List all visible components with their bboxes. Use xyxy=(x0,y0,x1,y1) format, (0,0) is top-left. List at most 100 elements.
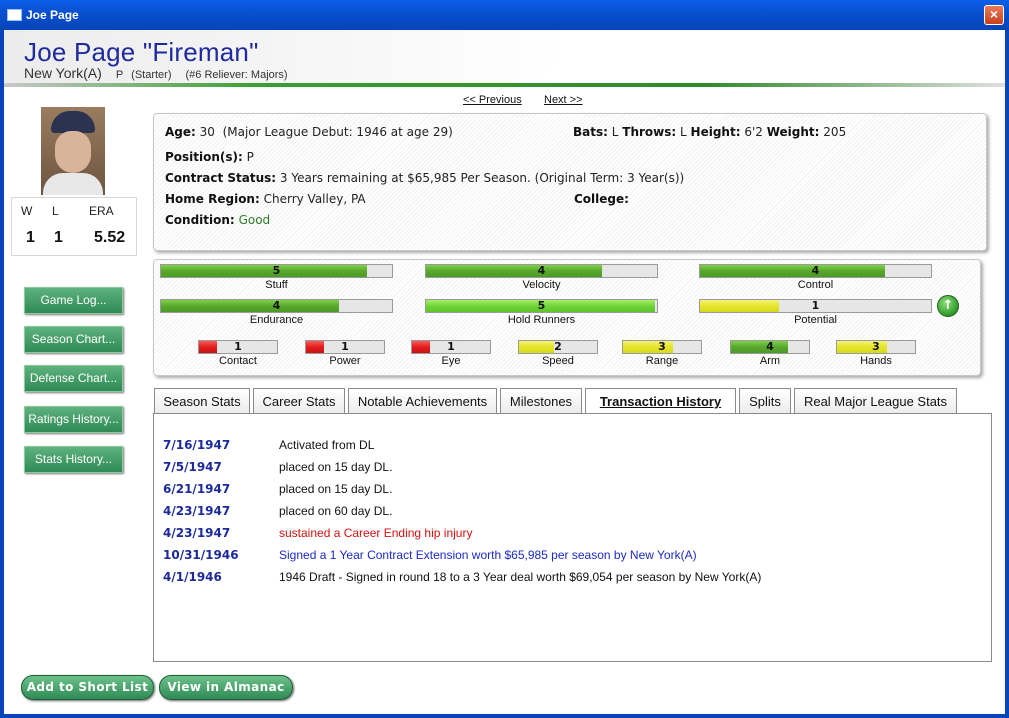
transaction-date[interactable]: 4/1/1946 xyxy=(163,570,222,584)
arm-rating-value: 4 xyxy=(766,340,774,353)
velocity-rating-label: Velocity xyxy=(522,279,561,291)
condition-value: Good xyxy=(238,213,271,227)
game-log-button[interactable]: Game Log... xyxy=(24,287,123,314)
potential-rating-value: 1 xyxy=(811,299,820,312)
view-in-almanac-button[interactable]: View in Almanac xyxy=(159,675,293,700)
transaction-desc: placed on 60 day DL. xyxy=(279,504,393,518)
header-divider xyxy=(4,83,1005,87)
transaction-date[interactable]: 10/31/1946 xyxy=(163,548,239,562)
transaction-desc: sustained a Career Ending hip injury xyxy=(279,526,473,540)
age-row: Age: 30 (Major League Debut: 1946 at age… xyxy=(165,125,453,139)
power-rating-value: 1 xyxy=(341,340,349,353)
transaction-date[interactable]: 6/21/1947 xyxy=(163,482,230,496)
region-value: Cherry Valley, PA xyxy=(263,192,366,206)
age-value: 30 xyxy=(199,125,215,139)
player-name: Joe Page "Fireman" xyxy=(24,37,259,67)
tab-notable-achievements[interactable]: Notable Achievements xyxy=(348,388,497,413)
transaction-row: 4/23/1947 placed on 60 day DL. xyxy=(154,501,993,523)
tab-career-stats[interactable]: Career Stats xyxy=(253,388,345,413)
losses-header: L xyxy=(52,204,59,218)
endurance-rating-label: Endurance xyxy=(249,314,304,326)
wins-value: 1 xyxy=(26,229,35,246)
endurance-rating-value: 4 xyxy=(272,299,281,312)
age-label: Age: xyxy=(165,125,196,139)
hands-rating-value: 3 xyxy=(872,340,880,353)
velocity-rating-value: 4 xyxy=(537,264,546,277)
contact-rating-value: 1 xyxy=(234,340,242,353)
contact-rating-label: Contact xyxy=(219,355,257,367)
season-chart-button[interactable]: Season Chart... xyxy=(24,326,123,353)
condition-label: Condition: xyxy=(165,213,235,227)
transaction-row: 7/5/1947 placed on 15 day DL. xyxy=(154,457,993,479)
tab-milestones[interactable]: Milestones xyxy=(500,388,582,413)
era-value: 5.52 xyxy=(94,229,126,246)
contract-value: 3 Years remaining at $65,985 Per Season.… xyxy=(279,171,685,185)
debut-value: (Major League Debut: 1946 at age 29) xyxy=(222,125,453,139)
previous-link[interactable]: << Previous xyxy=(463,94,522,106)
weight-value: 205 xyxy=(823,125,847,139)
add-to-short-list-button[interactable]: Add to Short List xyxy=(21,675,154,700)
player-photo xyxy=(41,107,105,195)
weight-label: Weight: xyxy=(766,125,820,139)
range-rating-bar: 3 xyxy=(622,340,702,354)
arm-rating-label: Arm xyxy=(759,355,781,367)
college-row: College: xyxy=(574,192,629,206)
transaction-date[interactable]: 7/16/1947 xyxy=(163,438,230,452)
region-label: Home Region: xyxy=(165,192,260,206)
player-subheader: New York(A) P (Starter) (#6 Reliever: Major… xyxy=(24,65,288,81)
range-rating-value: 3 xyxy=(658,340,666,353)
ratings-history-button[interactable]: Ratings History... xyxy=(24,406,123,433)
throws-value: L xyxy=(680,125,687,139)
power-rating-bar: 1 xyxy=(305,340,385,354)
stats-history-button[interactable]: Stats History... xyxy=(24,446,123,473)
speed-rating-bar: 2 xyxy=(518,340,598,354)
potential-rating-label: Potential xyxy=(794,314,837,326)
window-border-bottom xyxy=(0,714,1009,718)
tab-real-major-league-stats[interactable]: Real Major League Stats xyxy=(794,388,957,413)
transaction-desc: placed on 15 day DL. xyxy=(279,460,393,474)
positions-label: Position(s): xyxy=(165,150,243,164)
transaction-date[interactable]: 7/5/1947 xyxy=(163,460,222,474)
window-icon xyxy=(7,9,22,21)
hands-rating-label: Hands xyxy=(860,355,892,367)
team-name: New York(A) xyxy=(24,65,102,81)
tab-splits[interactable]: Splits xyxy=(739,388,791,413)
transaction-desc: Signed a 1 Year Contract Extension worth… xyxy=(279,548,697,562)
close-button[interactable]: × xyxy=(984,5,1004,25)
losses-value: 1 xyxy=(54,229,63,246)
window-border-right xyxy=(1005,30,1009,718)
tab-transaction-history[interactable]: Transaction History xyxy=(585,388,736,415)
next-link[interactable]: Next >> xyxy=(544,94,583,106)
eye-rating-value: 1 xyxy=(447,340,455,353)
stuff-rating-label: Stuff xyxy=(265,279,288,291)
speed-rating-value: 2 xyxy=(554,340,562,353)
eye-rating-label: Eye xyxy=(441,355,461,367)
velocity-rating-bar: 4 xyxy=(425,264,658,278)
height-value: 6'2 xyxy=(744,125,763,139)
tab-season-stats[interactable]: Season Stats xyxy=(154,388,250,413)
eye-rating-bar: 1 xyxy=(411,340,491,354)
transaction-row: 4/23/1947 sustained a Career Ending hip i… xyxy=(154,523,993,545)
defense-chart-button[interactable]: Defense Chart... xyxy=(24,365,123,392)
title-bar[interactable] xyxy=(0,0,1009,30)
bats-value: L xyxy=(611,125,619,139)
condition-row: Condition: Good xyxy=(165,213,270,227)
transaction-list: 7/16/1947 Activated from DL 7/5/1947 place… xyxy=(153,413,992,662)
wins-header: W xyxy=(21,204,33,218)
hold-runners-rating-value: 5 xyxy=(537,299,546,312)
region-row: Home Region: Cherry Valley, PA xyxy=(165,192,366,206)
hold-runners-rating-label: Hold Runners xyxy=(507,314,576,326)
power-rating-label: Power xyxy=(329,355,361,367)
speed-rating-label: Speed xyxy=(542,355,574,367)
bats-label: Bats: xyxy=(573,125,608,139)
hands-rating-bar: 3 xyxy=(836,340,916,354)
transaction-date[interactable]: 4/23/1947 xyxy=(163,504,230,518)
era-header: ERA xyxy=(89,204,114,218)
transaction-date[interactable]: 4/23/1947 xyxy=(163,526,230,540)
transaction-row: 6/21/1947 placed on 15 day DL. xyxy=(154,479,993,501)
hold-runners-rating-bar: 5 xyxy=(425,299,658,313)
throws-label: Throws: xyxy=(622,125,677,139)
contact-rating-bar: 1 xyxy=(198,340,278,354)
contract-row: Contract Status: 3 Years remaining at $6… xyxy=(165,171,684,185)
height-label: Height: xyxy=(690,125,741,139)
